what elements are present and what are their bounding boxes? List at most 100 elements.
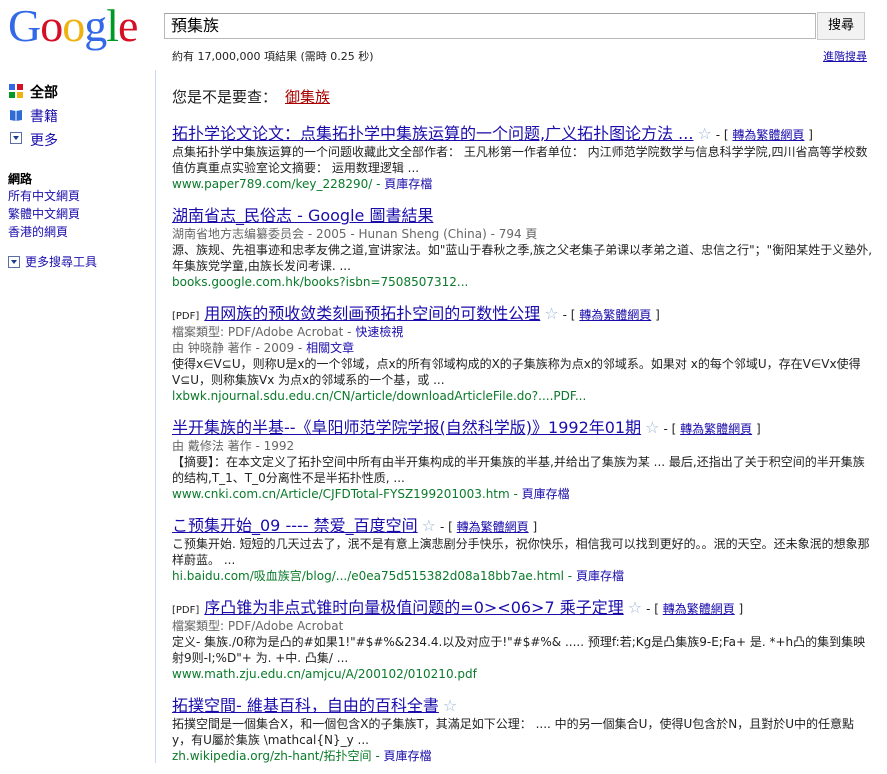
logo-letter: l <box>106 0 119 51</box>
star-icon[interactable]: ☆ <box>422 516 436 535</box>
result-title[interactable]: 湖南省志_民俗志 - Google 圖書結果 <box>172 202 872 226</box>
pdf-badge: [PDF] <box>172 311 200 322</box>
did-you-mean: 您是不是要查： 御集族 <box>172 86 330 107</box>
book-icon <box>8 108 24 124</box>
nav-item-all[interactable]: 全部 <box>8 80 148 104</box>
result-item: こ预集开始_09 ---- 禁爱_百度空间 ☆ - [ 轉為繁體網頁 ] こ预集开始… <box>172 512 872 584</box>
all-icon <box>8 84 24 100</box>
result-meta: 由 戴修法 著作 - 1992 <box>172 439 295 453</box>
convert-label[interactable]: 轉為繁體網頁 <box>732 128 804 142</box>
logo-letter: o <box>62 0 85 51</box>
result-title[interactable]: こ预集开始_09 ---- 禁爱_百度空间 ☆ - [ 轉為繁體網頁 ] <box>172 512 872 536</box>
result-item: 拓扑学论文论文：点集拓扑学中集族运算的一个问题,广义拓扑图论方法 ... ☆ - [… <box>172 120 872 192</box>
filter-link-traditional[interactable]: 繁體中文網頁 <box>8 205 148 223</box>
more-tools-label: 更多搜尋工具 <box>25 255 98 269</box>
result-title-text[interactable]: 序凸锥为非点式锥时向量极值问题的=0><06>7 乘子定理 <box>204 598 623 617</box>
result-url: www.cnki.com.cn/Article/CJFDTotal-FYSZ19… <box>172 487 570 501</box>
result-snippet: 点集拓扑学中集族运算的一个问题收藏此文全部作者： 王凡彬第一作者单位： 内江师范… <box>172 145 868 175</box>
star-icon[interactable]: ☆ <box>645 418 659 437</box>
result-title-text[interactable]: 湖南省志_民俗志 - Google 圖書結果 <box>172 206 433 225</box>
did-you-mean-label: 您是不是要查： <box>172 88 278 106</box>
cache-link[interactable]: 頁庫存檔 <box>384 749 432 763</box>
result-snippet: こ预集开始. 短短的几天过去了，泯不是有意上演悲剧分手快乐，祝你快乐，相信我可以… <box>172 537 870 567</box>
result-meta: 湖南省地方志编纂委员会 - 2005 - Hunan Sheng (China)… <box>172 227 538 241</box>
filter-link-hk[interactable]: 香港的網頁 <box>8 223 148 241</box>
result-meta: 由 钟晓静 著作 - 2009 - 相關文章 <box>172 340 872 356</box>
cache-link[interactable]: 頁庫存檔 <box>522 487 570 501</box>
nav-item-books[interactable]: 書籍 <box>8 104 148 128</box>
result-url: zh.wikipedia.org/zh-hant/拓扑空间 - 頁庫存檔 <box>172 749 432 763</box>
nav-item-label: 書籍 <box>30 109 58 125</box>
result-item: [PDF] 序凸锥为非点式锥时向量极值问题的=0><06>7 乘子定理 ☆ - [ 轉… <box>172 594 872 682</box>
result-title[interactable]: [PDF] 用网族的预收敛类刻画预拓扑空间的可数性公理 ☆ - [ 轉為繁體網頁 ] <box>172 300 872 324</box>
result-snippet: 【摘要】：在本文定义了拓扑空间中所有由半开集构成的半开集族的半基,并给出了集族为… <box>172 455 865 485</box>
convert-link: - [ 轉為繁體網頁 ] <box>646 602 744 616</box>
url-text: hi.baidu.com/吸血族宫/blog/.../e0ea75d515382… <box>172 569 564 583</box>
nav-item-more[interactable]: 更多 <box>8 128 148 152</box>
result-title-text[interactable]: 用网族的预收敛类刻画预拓扑空间的可数性公理 <box>204 304 540 323</box>
convert-link: - [ 轉為繁體網頁 ] <box>439 520 538 534</box>
search-input[interactable]: 預集族 <box>164 13 816 39</box>
result-title[interactable]: 拓撲空間- 維基百科，自由的百科全書 ☆ <box>172 692 872 716</box>
left-nav: 全部 書籍 更多 網路 所有中文網頁 繁體中文網頁 香港的網頁 更多搜尋工具 <box>8 80 148 270</box>
result-title[interactable]: 半开集族的半基--《阜阳师范学院学报(自然科学版)》1992年01期 ☆ - [ 轉… <box>172 414 872 438</box>
left-divider <box>155 70 156 763</box>
convert-link: - [ 轉為繁體網頁 ] <box>562 308 660 322</box>
cache-link[interactable]: 頁庫存檔 <box>576 569 624 583</box>
meta-text: 由 钟晓静 著作 - 2009 - <box>172 341 303 355</box>
filter-link-all-chinese[interactable]: 所有中文網頁 <box>8 187 148 205</box>
result-item: 拓撲空間- 維基百科，自由的百科全書 ☆ 拓撲空間是一個集合X，和一個包含X的子集… <box>172 692 872 764</box>
result-meta: 檔案類型: PDF/Adobe Acrobat - 快速檢視 <box>172 324 872 340</box>
result-title-text[interactable]: 拓扑学论文论文：点集拓扑学中集族运算的一个问题,广义拓扑图论方法 ... <box>172 124 693 143</box>
convert-link: - [ 轉為繁體網頁 ] <box>715 128 813 142</box>
logo-letter: o <box>40 0 63 51</box>
cache-link[interactable]: 頁庫存檔 <box>384 177 432 191</box>
result-item: 半开集族的半基--《阜阳师范学院学报(自然科学版)》1992年01期 ☆ - [ 轉… <box>172 414 872 502</box>
url-text: www.cnki.com.cn/Article/CJFDTotal-FYSZ19… <box>172 487 510 501</box>
result-title[interactable]: [PDF] 序凸锥为非点式锥时向量极值问题的=0><06>7 乘子定理 ☆ - [ 轉… <box>172 594 872 618</box>
star-icon[interactable]: ☆ <box>628 598 642 617</box>
star-icon[interactable]: ☆ <box>544 304 558 323</box>
convert-label[interactable]: 轉為繁體網頁 <box>663 602 735 616</box>
nav-item-label: 全部 <box>30 85 58 101</box>
search-button[interactable]: 搜尋 <box>817 12 865 40</box>
result-snippet: 源、族规、先祖事迹和忠孝友佛之道,宣讲家法。如"蓝山于春秋之季,族之父老集子弟课… <box>172 243 873 273</box>
results-list: 拓扑学论文论文：点集拓扑学中集族运算的一个问题,广义拓扑图论方法 ... ☆ - [… <box>172 120 872 774</box>
more-icon <box>8 132 24 148</box>
url-text: zh.wikipedia.org/zh-hant/拓扑空间 <box>172 749 372 763</box>
logo-letter: G <box>8 0 41 51</box>
section-title-web: 網路 <box>8 172 33 186</box>
convert-label[interactable]: 轉為繁體網頁 <box>457 520 529 534</box>
logo-letter: e <box>118 0 138 51</box>
result-stats: 約有 17,000,000 項結果 (需時 0.25 秒) <box>172 50 374 63</box>
result-snippet: 定义- 集族./0称为是凸的#如果1!"#$#%&234.4.以及对应于!"#$… <box>172 635 866 665</box>
result-url: hi.baidu.com/吸血族宫/blog/.../e0ea75d515382… <box>172 569 624 583</box>
star-icon[interactable]: ☆ <box>697 124 711 143</box>
more-search-tools[interactable]: 更多搜尋工具 <box>8 253 148 270</box>
convert-label[interactable]: 轉為繁體網頁 <box>680 422 752 436</box>
result-item: 湖南省志_民俗志 - Google 圖書結果 湖南省地方志编纂委员会 - 200… <box>172 202 872 290</box>
result-url: www.math.zju.edu.cn/amjcu/A/200102/01021… <box>172 667 477 681</box>
result-snippet: 拓撲空間是一個集合X，和一個包含X的子集族T，其滿足如下公理： .... 中的另… <box>172 717 854 747</box>
star-icon[interactable]: ☆ <box>443 696 457 715</box>
google-logo[interactable]: Google <box>8 2 148 50</box>
logo-letter: g <box>84 0 107 51</box>
result-title-text[interactable]: 半开集族的半基--《阜阳师范学院学报(自然科学版)》1992年01期 <box>172 418 641 437</box>
result-url: lxbwk.njournal.sdu.edu.cn/CN/article/dow… <box>172 389 587 403</box>
chevron-down-icon <box>8 255 20 268</box>
convert-label[interactable]: 轉為繁體網頁 <box>579 308 651 322</box>
result-title[interactable]: 拓扑学论文论文：点集拓扑学中集族运算的一个问题,广义拓扑图论方法 ... ☆ - [… <box>172 120 872 144</box>
result-title-text[interactable]: こ预集开始_09 ---- 禁爱_百度空间 <box>172 516 418 535</box>
result-title-text[interactable]: 拓撲空間- 維基百科，自由的百科全書 <box>172 696 439 715</box>
result-item: [PDF] 用网族的预收敛类刻画预拓扑空间的可数性公理 ☆ - [ 轉為繁體網頁 ] … <box>172 300 872 404</box>
related-articles-link[interactable]: 相關文章 <box>306 341 354 355</box>
meta-text: 檔案類型: PDF/Adobe Acrobat - <box>172 325 352 339</box>
result-url: www.paper789.com/key_228290/ - 頁庫存檔 <box>172 177 433 191</box>
result-meta: 檔案類型: PDF/Adobe Acrobat <box>172 619 344 633</box>
did-you-mean-suggestion[interactable]: 御集族 <box>285 88 330 106</box>
convert-link: - [ 轉為繁體網頁 ] <box>663 422 761 436</box>
result-url: books.google.com.hk/books?isbn=750850731… <box>172 275 469 289</box>
quick-view-link[interactable]: 快速檢視 <box>355 325 403 339</box>
advanced-search-link[interactable]: 進階搜尋 <box>823 48 867 64</box>
nav-item-label: 更多 <box>30 133 58 149</box>
